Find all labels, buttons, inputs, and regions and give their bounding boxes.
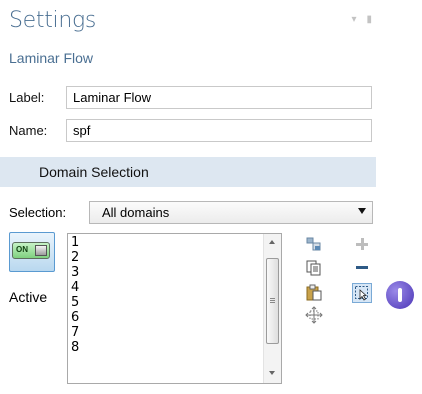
scrollbar[interactable]	[263, 234, 281, 383]
toggle-on-label: ON	[16, 245, 28, 254]
paste-selection-icon[interactable]	[305, 259, 323, 277]
page-title: Settings	[9, 8, 97, 33]
section-title: Domain Selection	[39, 164, 149, 180]
select-box-icon[interactable]	[352, 283, 372, 303]
domain-list: 1 2 3 4 5 6 7 8	[71, 235, 79, 355]
scroll-up-icon[interactable]	[269, 240, 275, 244]
list-item[interactable]: 5	[71, 295, 79, 310]
selection-dropdown[interactable]: All domains	[89, 201, 373, 224]
scroll-down-icon[interactable]	[269, 371, 275, 375]
zoom-to-selection-icon[interactable]	[305, 306, 323, 324]
pin-icon[interactable]: ▮	[366, 14, 372, 25]
selection-caption: Selection:	[9, 205, 67, 220]
name-input[interactable]: spf	[66, 119, 372, 142]
list-item[interactable]: 3	[71, 265, 79, 280]
active-label: Active	[9, 289, 48, 305]
name-field-row: Name: spf	[9, 119, 372, 142]
page-subtitle: Laminar Flow	[9, 50, 94, 66]
toggle-knob	[35, 245, 47, 256]
grip-icon	[270, 298, 275, 299]
active-toggle-button[interactable]: ON	[9, 232, 55, 272]
list-item[interactable]: 8	[71, 340, 79, 355]
scroll-thumb[interactable]	[266, 258, 279, 344]
selection-value: All domains	[102, 205, 170, 220]
settings-panel: Settings ▾ ▮ Laminar Flow Label: Laminar…	[0, 0, 380, 394]
list-item[interactable]: 6	[71, 310, 79, 325]
domain-selection-header[interactable]: Domain Selection	[0, 157, 376, 187]
minus-icon[interactable]	[353, 259, 371, 277]
chevron-down-icon	[358, 208, 366, 214]
title-tools: ▾ ▮	[351, 14, 372, 25]
domain-listbox[interactable]: 1 2 3 4 5 6 7 8	[67, 233, 282, 384]
label-caption: Label:	[9, 90, 45, 105]
step-marker-icon	[386, 281, 414, 309]
list-item[interactable]: 1	[71, 235, 79, 250]
plus-icon[interactable]	[353, 235, 371, 253]
toggle-switch: ON	[12, 242, 50, 259]
badge-bar	[398, 288, 402, 302]
label-field-row: Label: Laminar Flow	[9, 86, 372, 109]
chevron-down-icon[interactable]: ▾	[351, 14, 356, 25]
name-caption: Name:	[9, 123, 48, 138]
label-input[interactable]: Laminar Flow	[66, 86, 372, 109]
list-item[interactable]: 2	[71, 250, 79, 265]
copy-selection-icon[interactable]	[305, 236, 323, 254]
list-item[interactable]: 4	[71, 280, 79, 295]
list-item[interactable]: 7	[71, 325, 79, 340]
paste-icon[interactable]	[305, 283, 323, 301]
